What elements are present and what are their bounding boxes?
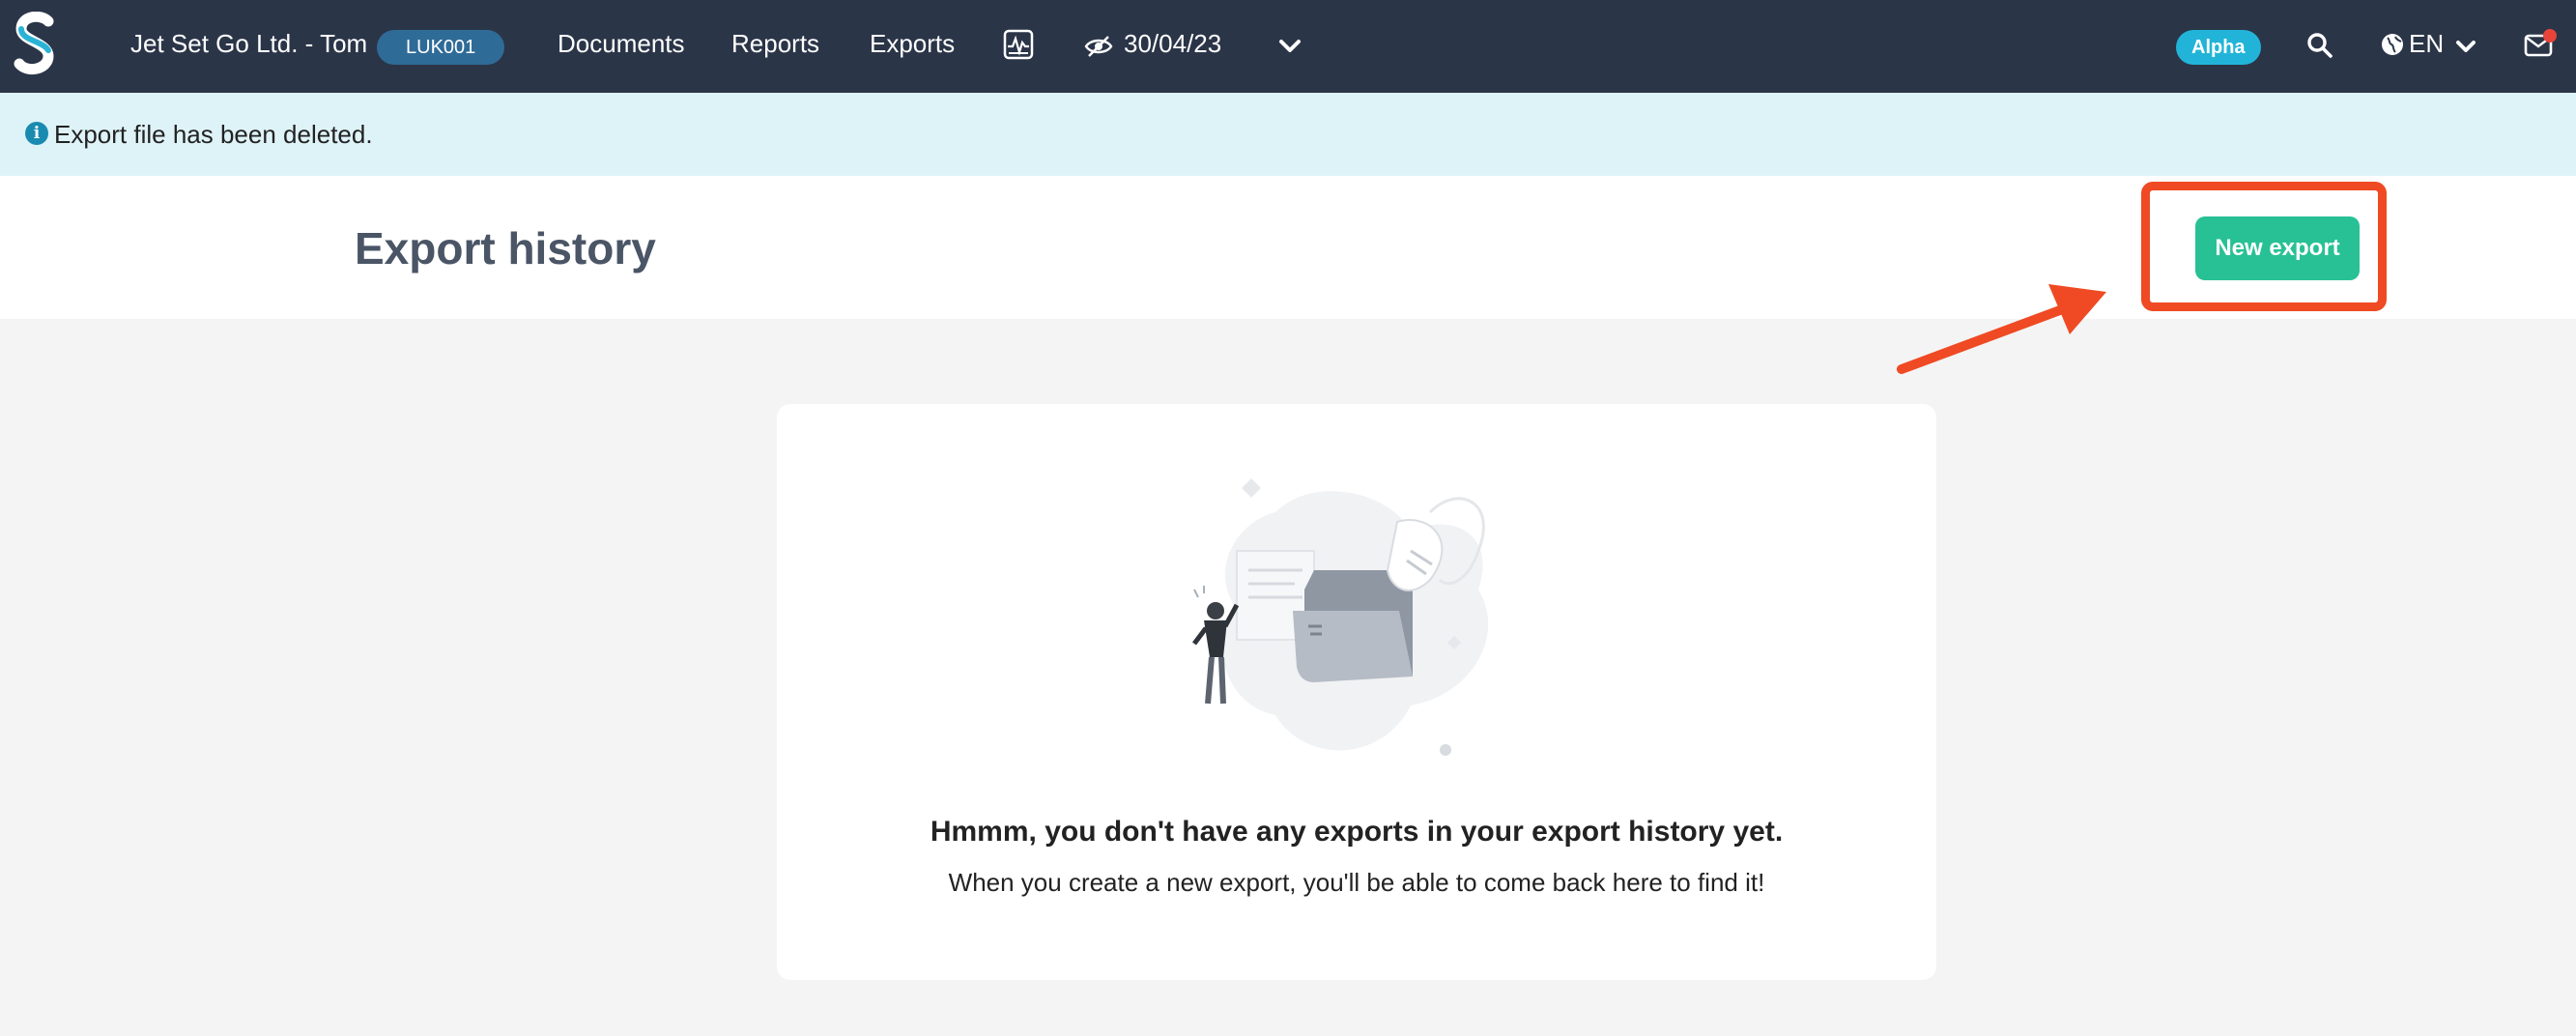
empty-state-subtitle: When you create a new export, you'll be … bbox=[948, 868, 1765, 897]
company-name[interactable]: Jet Set Go Ltd. - Tom bbox=[130, 29, 367, 59]
banner-message: Export file has been deleted. bbox=[54, 120, 373, 149]
empty-folder-illustration-icon bbox=[1192, 478, 1489, 756]
eye-slash-icon[interactable] bbox=[1084, 35, 1113, 58]
language-selector[interactable]: EN bbox=[2409, 29, 2444, 59]
nav-documents[interactable]: Documents bbox=[558, 29, 685, 59]
info-banner bbox=[0, 93, 2576, 176]
period-date[interactable]: 30/04/23 bbox=[1124, 29, 1221, 59]
empty-state-title: Hmmm, you don't have any exports in your… bbox=[930, 816, 1784, 848]
chevron-down-icon[interactable] bbox=[2454, 39, 2477, 56]
company-code-badge[interactable]: LUK001 bbox=[377, 30, 505, 65]
info-icon: i bbox=[25, 122, 48, 145]
chevron-down-icon[interactable] bbox=[1277, 37, 1302, 56]
nav-exports[interactable]: Exports bbox=[870, 29, 955, 59]
search-icon[interactable] bbox=[2305, 31, 2334, 60]
activity-monitor-icon[interactable] bbox=[1003, 29, 1034, 60]
page-title: Export history bbox=[355, 223, 656, 273]
new-export-button[interactable]: New export bbox=[2195, 216, 2360, 280]
notification-dot bbox=[2543, 29, 2557, 43]
globe-icon[interactable] bbox=[2381, 33, 2404, 56]
top-navigation-bar: Jet Set Go Ltd. - Tom LUK001 Documents R… bbox=[0, 0, 2576, 93]
app-logo-icon[interactable] bbox=[14, 12, 58, 77]
alpha-badge: Alpha bbox=[2176, 30, 2261, 65]
annotation-arrow-icon bbox=[1897, 284, 2106, 374]
nav-reports[interactable]: Reports bbox=[731, 29, 819, 59]
